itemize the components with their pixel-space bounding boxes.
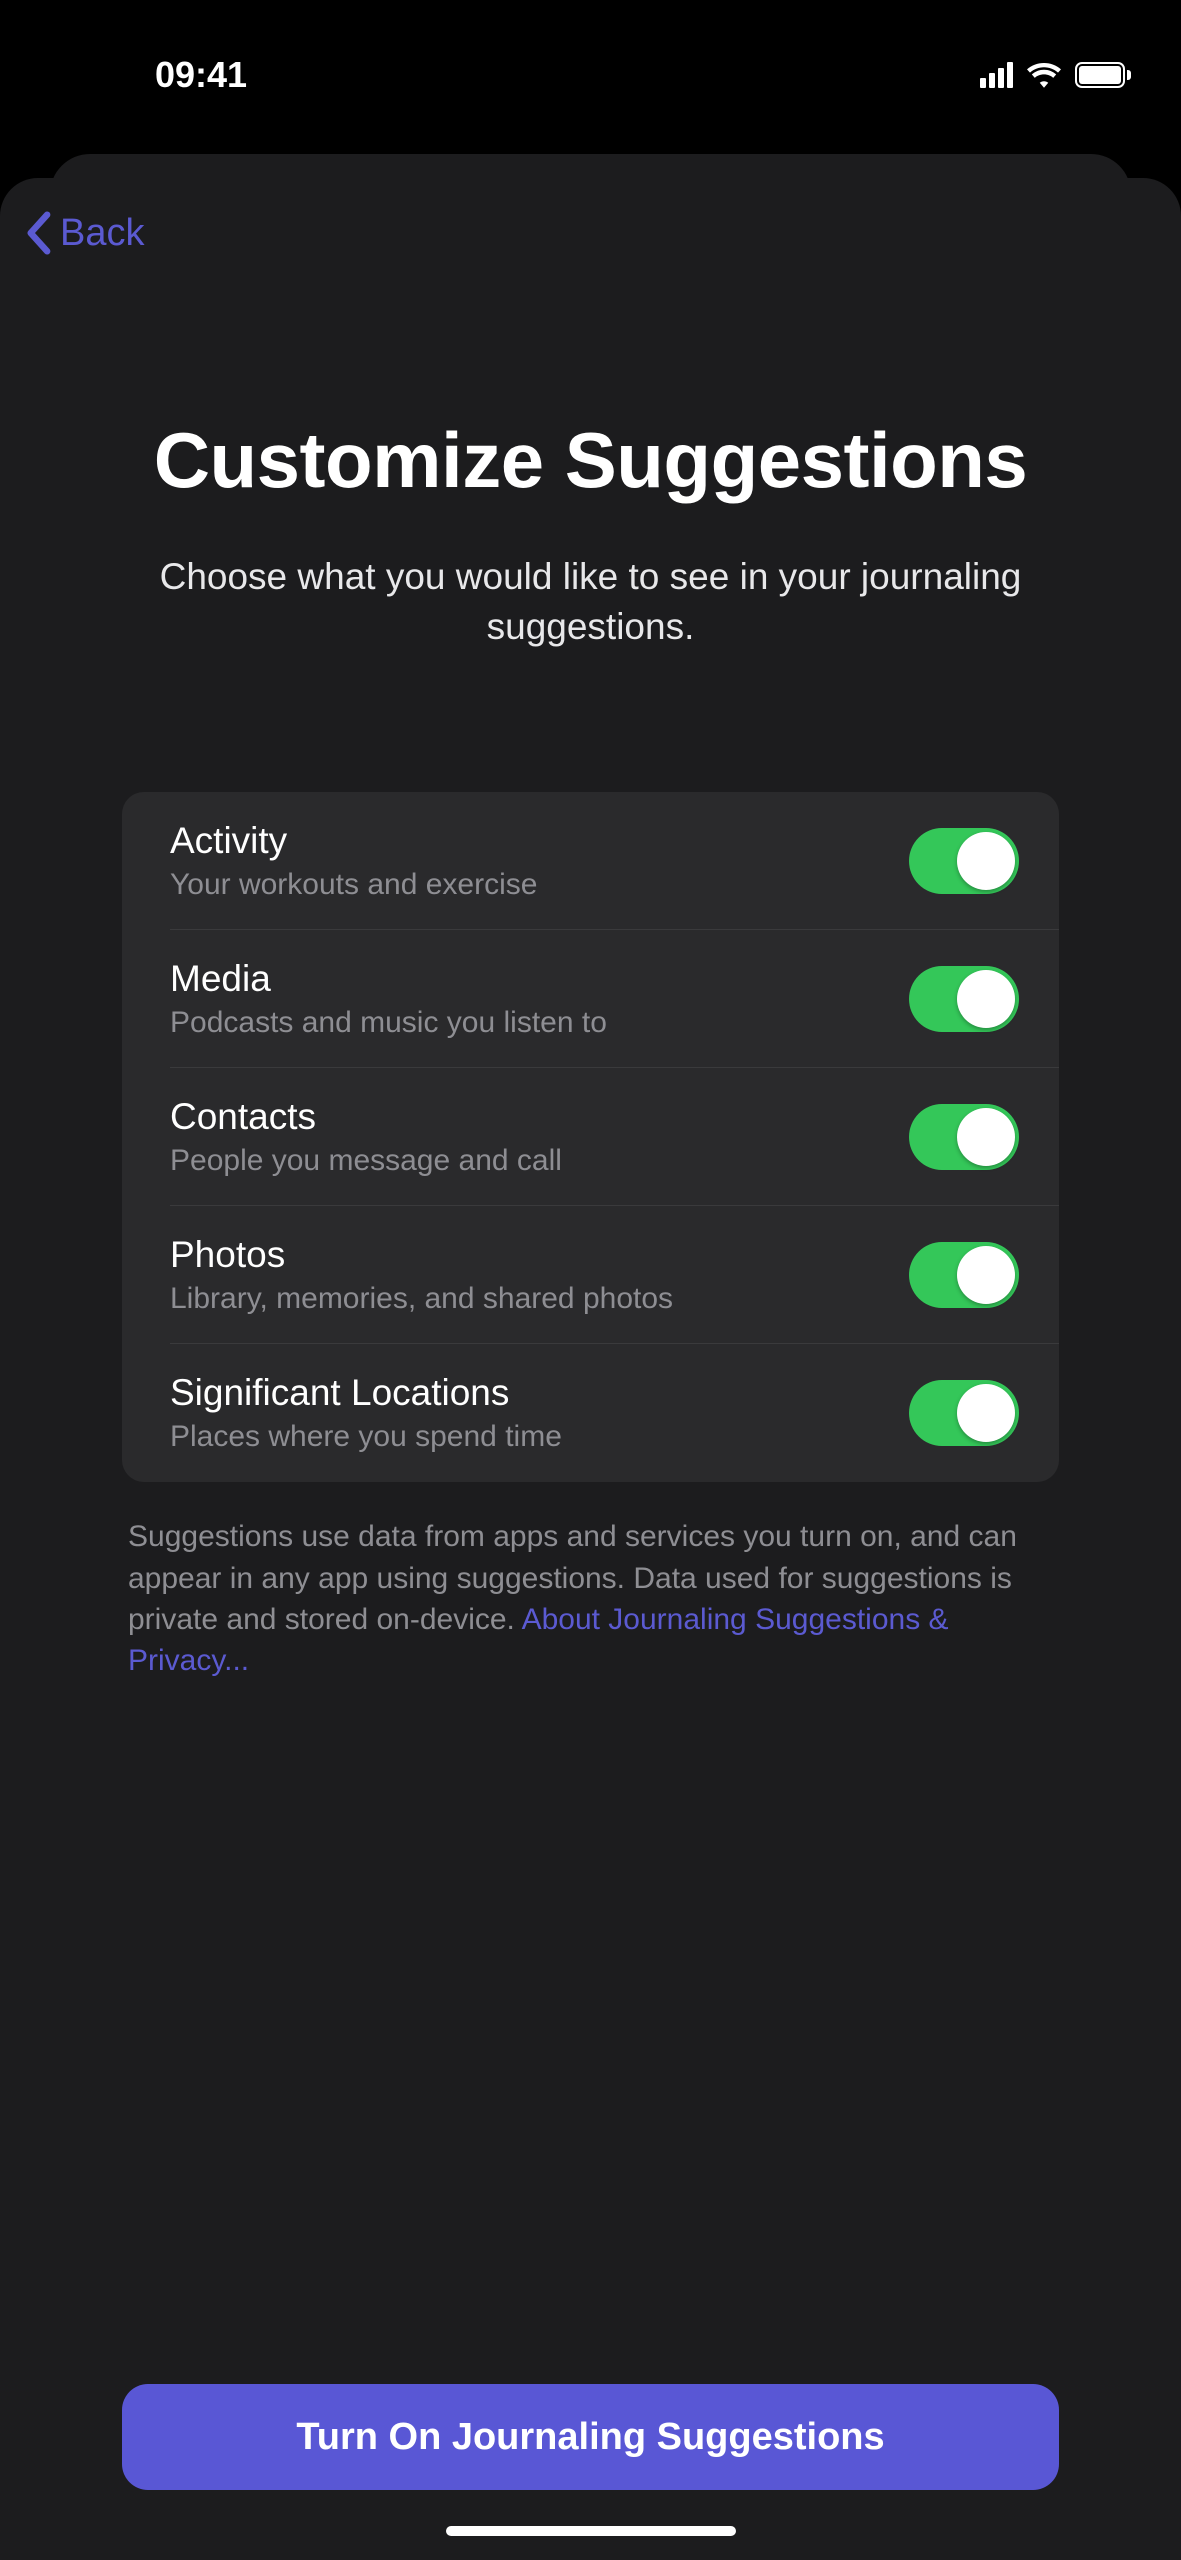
option-desc: Library, memories, and shared photos	[170, 1282, 673, 1316]
options-card: Activity Your workouts and exercise Medi…	[122, 792, 1059, 1482]
status-time: 09:41	[155, 54, 247, 96]
toggle-contacts[interactable]	[909, 1104, 1019, 1170]
page-title: Customize Suggestions	[60, 418, 1121, 502]
option-desc: Your workouts and exercise	[170, 868, 537, 902]
nav-bar: Back	[0, 178, 1181, 288]
cellular-icon	[980, 62, 1013, 88]
option-activity: Activity Your workouts and exercise	[122, 792, 1059, 930]
option-locations: Significant Locations Places where you s…	[122, 1344, 1059, 1482]
option-title: Contacts	[170, 1096, 562, 1138]
back-button[interactable]: Back	[24, 211, 144, 255]
page-subtitle: Choose what you would like to see in you…	[60, 552, 1121, 652]
option-title: Media	[170, 958, 607, 1000]
toggle-media[interactable]	[909, 966, 1019, 1032]
option-photos: Photos Library, memories, and shared pho…	[122, 1206, 1059, 1344]
wifi-icon	[1027, 62, 1061, 88]
option-title: Activity	[170, 820, 537, 862]
home-indicator[interactable]	[446, 2526, 736, 2536]
option-desc: Podcasts and music you listen to	[170, 1006, 607, 1040]
status-icons	[980, 62, 1131, 88]
option-desc: Places where you spend time	[170, 1420, 562, 1454]
turn-on-button[interactable]: Turn On Journaling Suggestions	[122, 2384, 1059, 2490]
option-title: Significant Locations	[170, 1372, 562, 1414]
option-media: Media Podcasts and music you listen to	[122, 930, 1059, 1068]
toggle-activity[interactable]	[909, 828, 1019, 894]
chevron-left-icon	[24, 211, 52, 255]
status-bar: 09:41	[0, 0, 1181, 150]
footer-text: Suggestions use data from apps and servi…	[128, 1516, 1053, 1682]
battery-icon	[1075, 62, 1131, 88]
back-label: Back	[60, 212, 144, 255]
option-contacts: Contacts People you message and call	[122, 1068, 1059, 1206]
modal-sheet: Back Customize Suggestions Choose what y…	[0, 178, 1181, 2560]
option-desc: People you message and call	[170, 1144, 562, 1178]
toggle-locations[interactable]	[909, 1380, 1019, 1446]
toggle-photos[interactable]	[909, 1242, 1019, 1308]
option-title: Photos	[170, 1234, 673, 1276]
